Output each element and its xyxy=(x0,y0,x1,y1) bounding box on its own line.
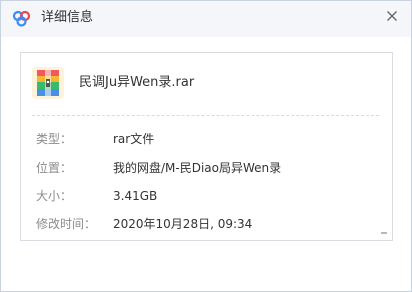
type-label: 类型： xyxy=(36,132,73,146)
details-panel: 民调Ju异Wen录.rar 类型： rar文件 位置： 我的网盘/M-民Diao… xyxy=(20,52,393,241)
close-button[interactable] xyxy=(379,5,405,27)
divider xyxy=(32,115,379,116)
size-value: 3.41GB xyxy=(113,189,158,203)
file-details-dialog: 详细信息 民调Ju异Wen录.rar 类型： rar文件 位置： 我的网盘/M-… xyxy=(0,0,412,292)
modified-time-label: 修改时间： xyxy=(36,217,97,231)
title-bar[interactable]: 详细信息 xyxy=(1,1,411,37)
location-value: 我的网盘/M-民Diao局异Wen录 xyxy=(113,161,282,175)
file-name: 民调Ju异Wen录.rar xyxy=(79,75,195,90)
type-value: rar文件 xyxy=(113,132,155,146)
dialog-title: 详细信息 xyxy=(41,10,94,25)
close-icon xyxy=(387,11,397,21)
resize-grip xyxy=(381,232,387,234)
rar-archive-icon xyxy=(32,67,64,99)
modified-time-value: 2020年10月28日, 09:34 xyxy=(113,217,253,231)
location-label: 位置： xyxy=(36,161,73,175)
size-label: 大小： xyxy=(36,189,73,203)
netdisk-logo-icon xyxy=(12,9,32,27)
